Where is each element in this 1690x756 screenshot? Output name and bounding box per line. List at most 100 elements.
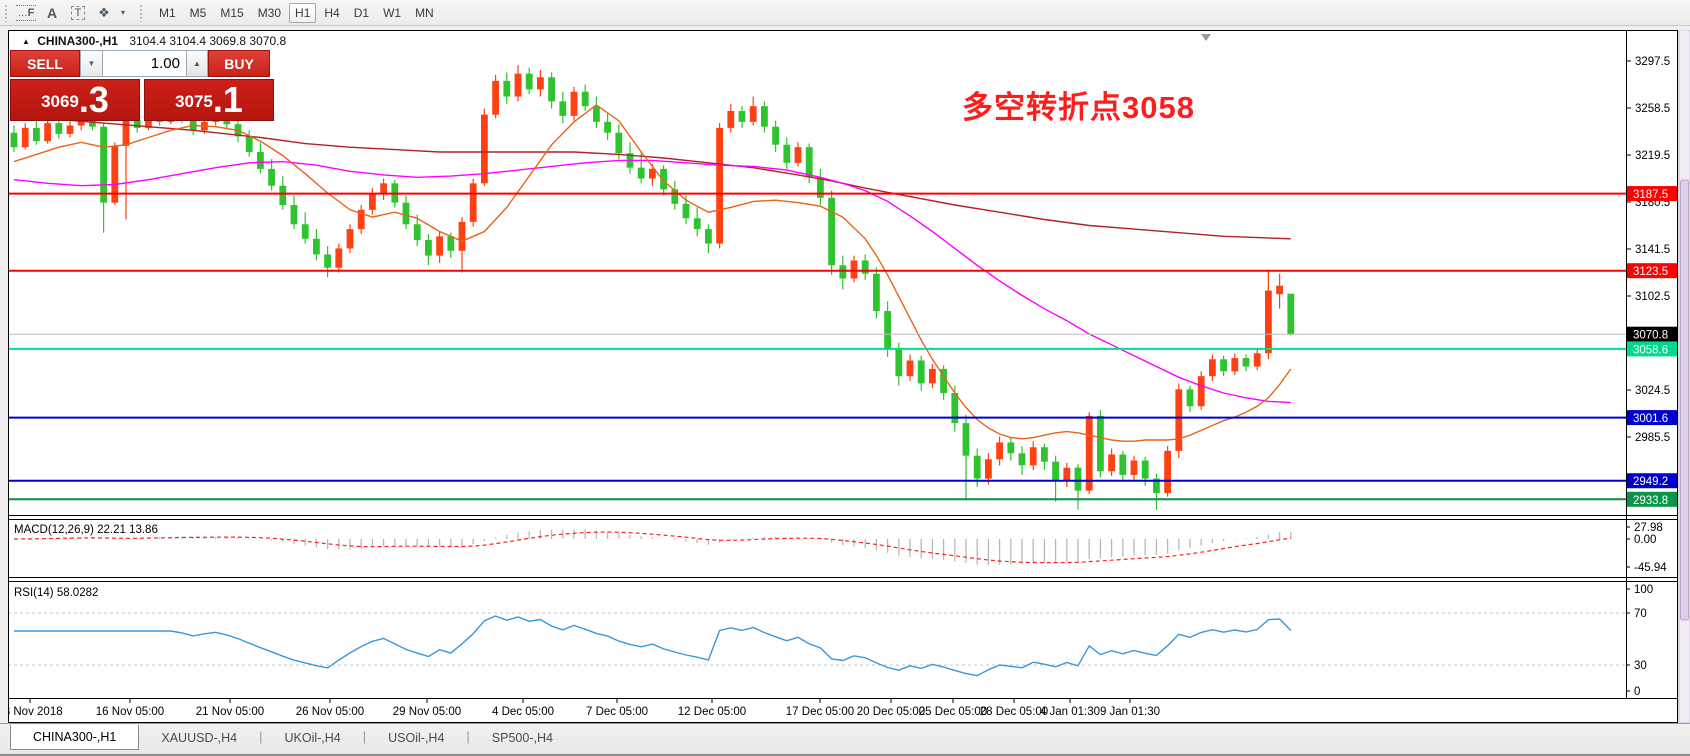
candle-110 (1243, 358, 1250, 366)
chevron-down-icon[interactable]: ▾ (117, 8, 129, 17)
candle-93 (1052, 462, 1059, 481)
candle-24 (279, 186, 286, 205)
price-tick-3219.5: 3219.5 (1635, 150, 1670, 162)
candle-25 (291, 205, 298, 224)
tab-xauusd-h4[interactable]: XAUUSD-,H4 (139, 725, 259, 750)
candle-54 (615, 133, 622, 153)
candle-49 (559, 101, 566, 115)
candle-66 (750, 106, 757, 122)
svg-text:3187.5: 3187.5 (1633, 189, 1668, 201)
candle-45 (515, 74, 522, 97)
candle-11 (134, 121, 141, 128)
timeframe-m15[interactable]: M15 (214, 3, 249, 23)
sell-price-dec: .3 (79, 83, 109, 117)
svg-text:2949.2: 2949.2 (1633, 476, 1668, 488)
candle-94 (1063, 468, 1070, 481)
tab-usoil-h4[interactable]: USOil-,H4 (366, 725, 466, 750)
sell-price-tile[interactable]: 3069 .3 (10, 79, 140, 121)
candle-60 (683, 204, 690, 218)
shapes-icon[interactable]: ❖ (91, 2, 117, 24)
svg-text:3058.6: 3058.6 (1633, 344, 1668, 356)
price-tick-3141.5: 3141.5 (1635, 244, 1670, 256)
candle-58 (660, 169, 667, 189)
candle-87 (985, 459, 992, 478)
candle-47 (537, 77, 544, 89)
candle-97 (1097, 416, 1104, 471)
candle-1 (22, 128, 29, 147)
volume-input[interactable] (103, 50, 187, 77)
timeframe-m30[interactable]: M30 (252, 3, 287, 23)
candle-21 (246, 136, 253, 152)
timeframe-d1[interactable]: D1 (348, 3, 375, 23)
sell-button[interactable]: SELL (10, 50, 80, 77)
candle-28 (324, 254, 331, 267)
candle-90 (1019, 453, 1026, 465)
timeframe-mn[interactable]: MN (409, 3, 440, 23)
candle-32 (369, 193, 376, 210)
time-label: 20 Dec 05:00 (857, 706, 925, 718)
candle-104 (1175, 389, 1182, 450)
timeframe-m1[interactable]: M1 (153, 3, 182, 23)
tab-sp500-h4[interactable]: SP500-,H4 (470, 725, 575, 750)
candle-81 (918, 360, 925, 383)
candle-2 (33, 128, 40, 141)
time-label: 4 Dec 05:00 (492, 706, 554, 718)
chart-title: ▲ CHINA300-,H1 3104.4 3104.4 3069.8 3070… (22, 34, 286, 48)
candle-69 (783, 145, 790, 163)
candle-8 (100, 127, 107, 203)
chart-ohlc-values: 3104.4 3104.4 3069.8 3070.8 (129, 34, 286, 48)
candle-101 (1142, 460, 1149, 478)
rsi-label: RSI(14) 58.0282 (14, 587, 98, 599)
timeframe-m5[interactable]: M5 (184, 3, 213, 23)
tab-ukoil-h4[interactable]: UKOil-,H4 (262, 725, 362, 750)
buy-button[interactable]: BUY (208, 50, 270, 77)
candle-39 (447, 236, 454, 250)
time-label: 9 Jan 01:30 (1100, 706, 1160, 718)
time-label: 26 Nov 05:00 (296, 706, 364, 718)
indicator-f-icon[interactable]: …F (13, 2, 39, 24)
time-label: 29 Nov 05:00 (393, 706, 461, 718)
tab-china300-h1[interactable]: CHINA300-,H1 (10, 725, 139, 750)
candle-53 (604, 122, 611, 133)
candle-96 (1086, 416, 1093, 491)
candle-26 (302, 224, 309, 238)
candle-41 (470, 183, 477, 222)
candlestick-chart-surface[interactable]: 3297.53258.53219.53180.53141.53102.53024… (8, 30, 1690, 723)
macd-axis-0.00: 0.00 (1634, 534, 1656, 546)
candle-62 (705, 229, 712, 243)
text-label-icon[interactable]: T (65, 2, 91, 24)
candle-44 (503, 81, 510, 97)
volume-up-button[interactable]: ▲ (187, 50, 208, 77)
price-tick-3258.5: 3258.5 (1635, 103, 1670, 115)
candle-51 (582, 92, 589, 106)
volume-dropdown-button[interactable]: ▼ (80, 50, 103, 77)
candle-64 (727, 111, 734, 128)
buy-price-tile[interactable]: 3075 .1 (144, 79, 274, 121)
candle-108 (1220, 359, 1227, 371)
letter-a-icon[interactable]: A (39, 2, 65, 24)
macd-label: MACD(12,26,9) 22.21 13.86 (14, 524, 158, 536)
symbol-tab-bar: CHINA300-,H1XAUUSD-,H4|UKOil-,H4|USOil-,… (0, 723, 1690, 756)
candle-74 (839, 265, 846, 278)
candle-46 (526, 74, 533, 90)
candle-91 (1030, 447, 1037, 465)
candle-71 (806, 147, 813, 177)
timeframe-h1[interactable]: H1 (289, 3, 316, 23)
candle-98 (1108, 454, 1115, 471)
candle-79 (895, 350, 902, 377)
candle-68 (772, 127, 779, 145)
candle-105 (1187, 389, 1194, 406)
candle-27 (313, 239, 320, 255)
candle-82 (929, 369, 936, 383)
scrollbar-thumb[interactable] (1681, 180, 1689, 620)
timeframe-h4[interactable]: H4 (318, 3, 345, 23)
candle-4 (55, 123, 62, 134)
expand-triangle-icon[interactable]: ▲ (22, 37, 30, 46)
candle-0 (11, 133, 18, 147)
rsi-axis-70: 70 (1634, 608, 1647, 620)
candle-61 (694, 218, 701, 229)
candle-40 (459, 222, 466, 251)
candle-52 (593, 106, 600, 122)
timeframe-w1[interactable]: W1 (377, 3, 407, 23)
time-label: 12 Dec 05:00 (678, 706, 746, 718)
